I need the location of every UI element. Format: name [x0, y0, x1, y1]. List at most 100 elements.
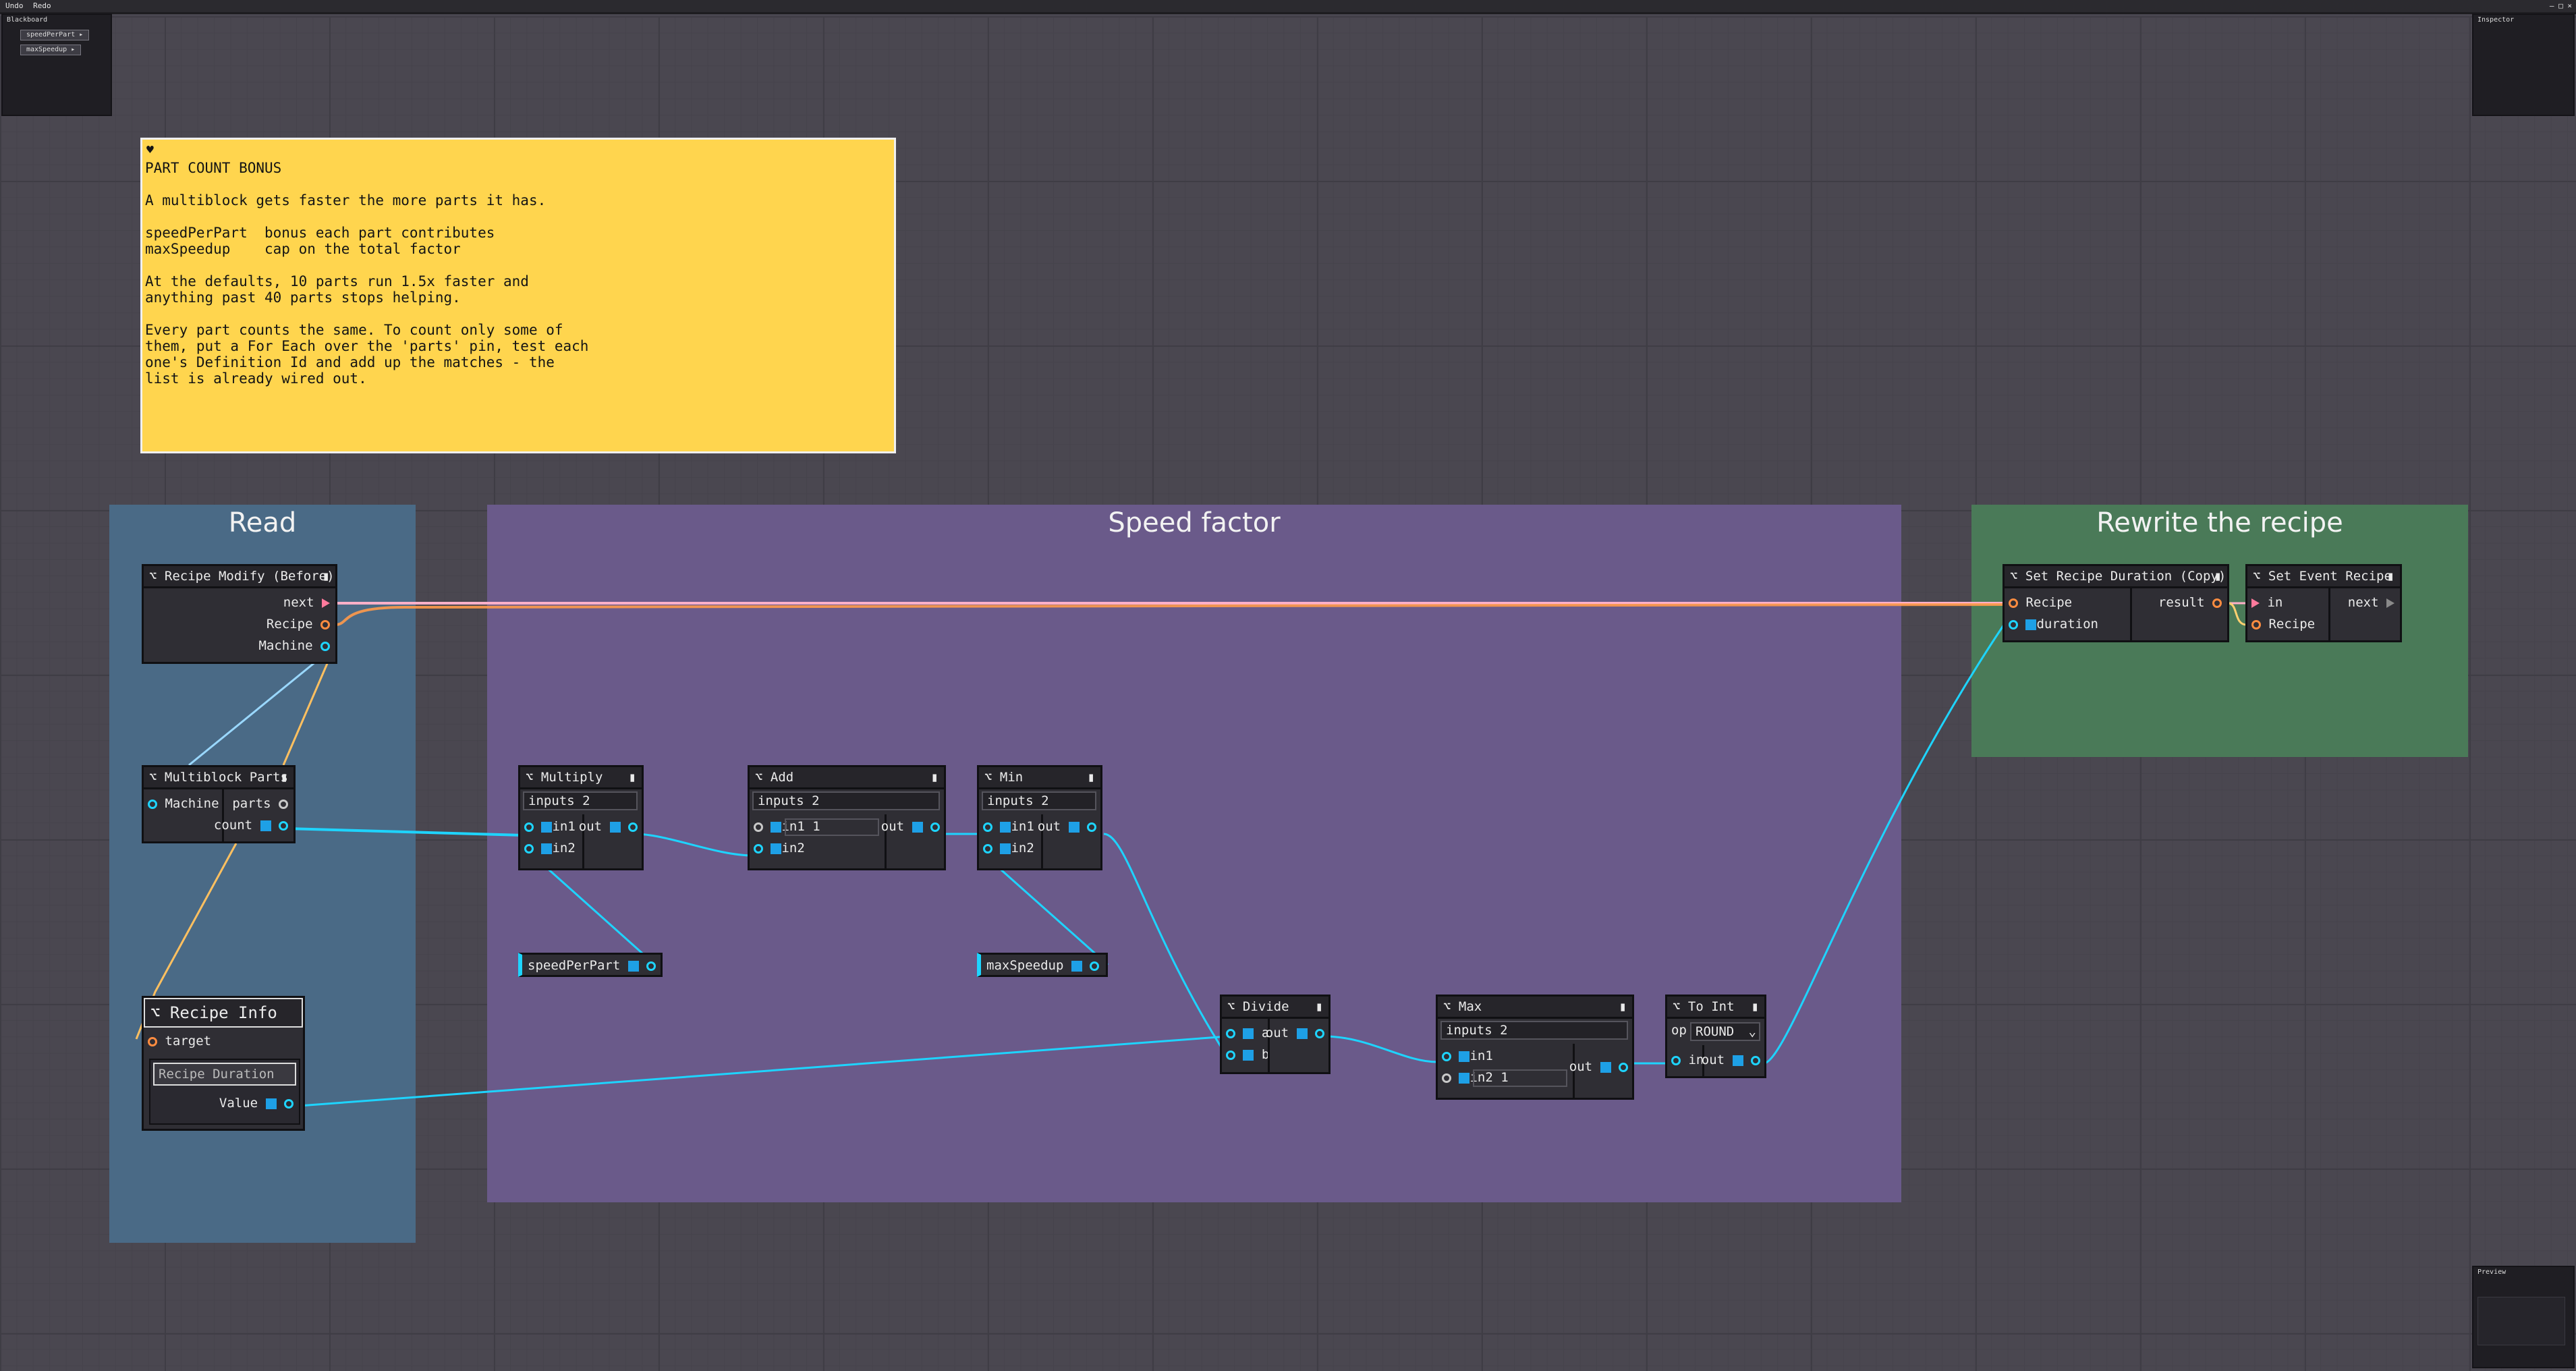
- node-title: Max: [1458, 999, 1482, 1014]
- node-set-event-recipe[interactable]: ⌥ Set Event Recipe ▮ in Recipe next: [2245, 564, 2402, 642]
- in2-value-field[interactable]: [1473, 1069, 1567, 1087]
- bookmark-icon[interactable]: ▮: [1619, 997, 1627, 1017]
- port-value[interactable]: Value: [219, 1094, 293, 1113]
- bookmark-icon[interactable]: ▮: [1316, 997, 1323, 1017]
- variable-label: maxSpeedup: [986, 958, 1064, 973]
- bookmark-icon[interactable]: ▮: [2214, 566, 2222, 586]
- node-icon: ⌥: [984, 770, 1000, 785]
- inputs-field[interactable]: inputs 2: [523, 791, 638, 810]
- port-machine-in[interactable]: Machine: [148, 794, 219, 813]
- node-title: Divide: [1242, 999, 1289, 1014]
- node-icon: ⌥: [1673, 999, 1688, 1014]
- bookmark-icon[interactable]: ▮: [931, 767, 939, 787]
- port-label: Machine: [165, 796, 219, 811]
- node-icon: ⌥: [755, 770, 771, 785]
- port-in2[interactable]: in2: [524, 839, 576, 858]
- node-title: Multiblock Parts: [164, 770, 288, 785]
- port-out[interactable]: out: [1266, 1024, 1324, 1042]
- node-to-int[interactable]: ⌥ To Int ▮ op ROUND ⌄ in out: [1665, 995, 1766, 1078]
- wire-toint-duration: [1763, 624, 2005, 1065]
- node-multiblock-parts[interactable]: ⌥ Multiblock Parts ▮ Machine parts count: [142, 765, 296, 843]
- wire-min-divide: [1103, 833, 1229, 1059]
- bookmark-icon[interactable]: ▮: [2387, 566, 2395, 586]
- port-label: parts: [232, 796, 271, 811]
- op-dropdown[interactable]: ROUND ⌄: [1690, 1022, 1760, 1041]
- node-icon: ⌥: [150, 1003, 170, 1022]
- node-title: To Int: [1687, 999, 1735, 1014]
- node-title: Recipe Info: [169, 1003, 277, 1022]
- wires-layer: [135, 602, 2247, 1108]
- port-recipe[interactable]: Recipe: [2009, 593, 2072, 612]
- node-maxspeedup-variable[interactable]: maxSpeedup: [977, 953, 1108, 977]
- port-target[interactable]: target: [148, 1032, 211, 1051]
- bookmark-icon[interactable]: ▮: [281, 767, 288, 787]
- wire-divide-max: [1323, 1035, 1438, 1063]
- wire-duration: [289, 1035, 1229, 1108]
- node-multiply[interactable]: ⌥ Multiply ▮ inputs 2 in1 in2 out: [518, 765, 644, 870]
- node-max[interactable]: ⌥ Max ▮ inputs 2 in1 in2 1 out: [1436, 995, 1634, 1100]
- node-add[interactable]: ⌥ Add ▮ inputs 2 in1 1 in2 out: [748, 765, 946, 870]
- port-result[interactable]: result: [2158, 593, 2222, 612]
- in1-value-field[interactable]: [785, 818, 879, 836]
- port-b[interactable]: b: [1226, 1045, 1269, 1064]
- node-title: Set Recipe Duration (Copy): [2025, 569, 2227, 584]
- bookmark-icon[interactable]: ▮: [629, 767, 636, 787]
- port-out[interactable]: out: [1702, 1051, 1760, 1069]
- port-recipe[interactable]: Recipe: [267, 615, 330, 634]
- port-duration[interactable]: duration: [2009, 615, 2098, 634]
- node-icon: ⌥: [1227, 999, 1243, 1014]
- port-label: target: [165, 1034, 212, 1048]
- port-a[interactable]: a: [1226, 1024, 1269, 1042]
- node-recipe-modify[interactable]: ⌥ Recipe Modify (Before) ▮ next Recipe Ma…: [142, 564, 337, 664]
- inputs-field[interactable]: inputs 2: [752, 791, 940, 810]
- port-label: Recipe: [266, 617, 313, 632]
- node-min[interactable]: ⌥ Min ▮ inputs 2 in1 in2 out: [977, 765, 1102, 870]
- port-in1[interactable]: in1: [983, 817, 1034, 836]
- node-speedperpart-variable[interactable]: speedPerPart: [518, 953, 663, 977]
- port-in1[interactable]: in1: [1442, 1046, 1493, 1065]
- inputs-field[interactable]: inputs 2: [982, 791, 1096, 810]
- port-out[interactable]: out: [579, 817, 638, 836]
- port-in1[interactable]: in1: [524, 817, 576, 836]
- node-set-recipe-duration[interactable]: ⌥ Set Recipe Duration (Copy) ▮ Recipe dur…: [2003, 564, 2229, 642]
- node-icon: ⌥: [526, 770, 541, 785]
- node-divide[interactable]: ⌥ Divide ▮ a b out: [1220, 995, 1331, 1074]
- port-out[interactable]: out: [881, 817, 940, 836]
- port-label: Machine: [258, 638, 313, 653]
- bookmark-icon[interactable]: ▮: [323, 566, 330, 586]
- node-icon: ⌥: [2010, 569, 2025, 584]
- wire-machine: [188, 645, 335, 766]
- bookmark-icon[interactable]: ▮: [1752, 997, 1759, 1017]
- port-out[interactable]: out: [1569, 1057, 1628, 1076]
- port-in[interactable]: in: [1671, 1051, 1704, 1069]
- node-title: Min: [999, 770, 1024, 785]
- port-in2[interactable]: in2: [983, 839, 1034, 858]
- wire-recipe: [334, 603, 2005, 626]
- port-label: Value: [219, 1096, 258, 1111]
- sub-node-recipe-duration[interactable]: Recipe Duration Value: [149, 1059, 300, 1125]
- inputs-field[interactable]: inputs 2: [1440, 1021, 1628, 1040]
- port-next[interactable]: next: [283, 593, 330, 612]
- port-recipe[interactable]: Recipe: [2251, 615, 2315, 634]
- wire-recipe-target: [282, 646, 336, 766]
- node-recipe-info[interactable]: ⌥ Recipe Info target Recipe Duration Val…: [142, 996, 305, 1131]
- port-next[interactable]: next: [2348, 593, 2395, 612]
- bookmark-icon[interactable]: ▮: [1088, 767, 1095, 787]
- port-count[interactable]: count: [214, 816, 288, 835]
- port-machine[interactable]: Machine: [258, 636, 330, 655]
- port-label: next: [283, 595, 314, 610]
- node-title: Recipe Modify (Before): [164, 569, 335, 584]
- chevron-down-icon: ⌄: [1748, 1024, 1756, 1039]
- wire-recipe-2: [2227, 602, 2247, 626]
- port-parts[interactable]: parts: [232, 794, 288, 813]
- port-in2[interactable]: in2: [754, 839, 805, 858]
- port-out[interactable]: out: [1038, 817, 1096, 836]
- node-icon: ⌥: [1443, 999, 1459, 1014]
- op-label: op: [1671, 1023, 1687, 1038]
- node-title: Add: [770, 770, 794, 785]
- wire-mul-add: [634, 833, 754, 857]
- sub-node-title: Recipe Duration: [153, 1063, 296, 1086]
- port-in[interactable]: in: [2251, 593, 2283, 612]
- wire-maxspeedup: [984, 854, 1109, 966]
- node-icon: ⌥: [2253, 569, 2268, 584]
